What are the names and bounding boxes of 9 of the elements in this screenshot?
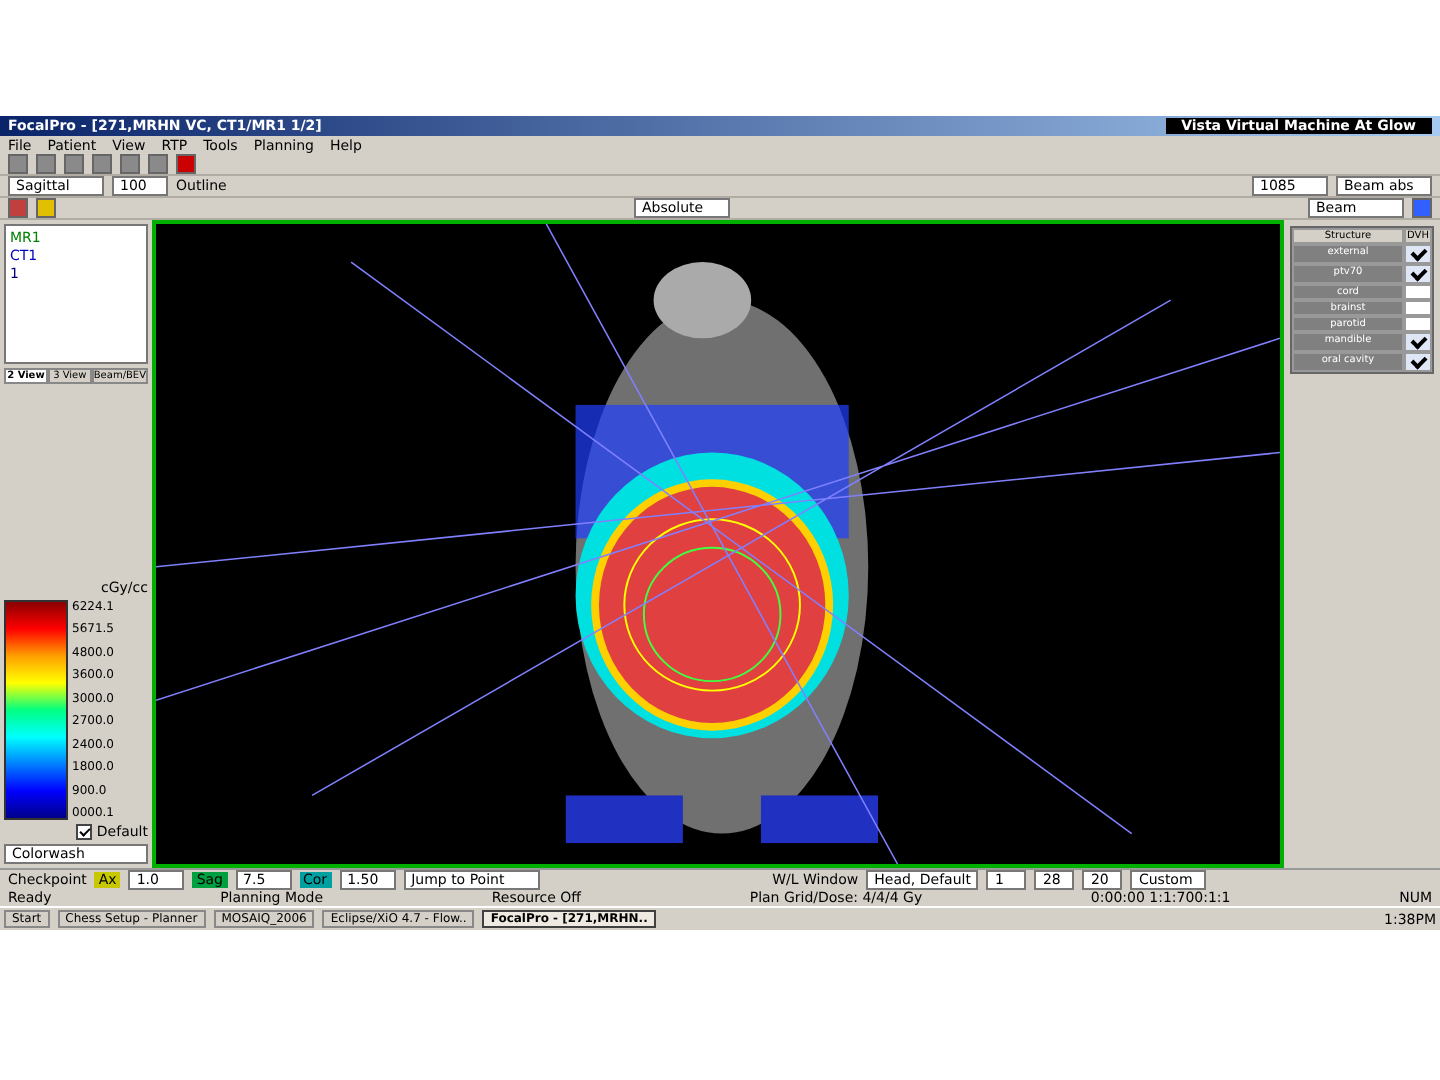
checkbox[interactable] <box>1404 244 1432 264</box>
checkbox[interactable] <box>1404 284 1432 300</box>
checkbox[interactable] <box>1404 300 1432 316</box>
checkbox[interactable] <box>1404 352 1432 372</box>
checkbox[interactable] <box>1404 264 1432 284</box>
checkbox[interactable] <box>1404 316 1432 332</box>
color-scale-icon[interactable] <box>1412 198 1432 218</box>
checkbox[interactable] <box>76 824 93 840</box>
checkbox[interactable] <box>1404 332 1432 352</box>
